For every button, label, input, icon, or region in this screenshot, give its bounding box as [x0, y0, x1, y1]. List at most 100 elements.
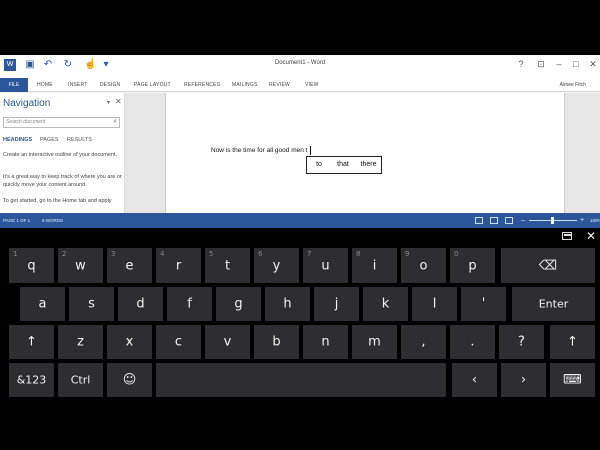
print-layout-icon[interactable]	[490, 217, 498, 224]
key-a[interactable]: a	[20, 287, 65, 321]
save-icon[interactable]: ▣	[24, 59, 36, 71]
key-c[interactable]: c	[156, 325, 201, 359]
key-n[interactable]: n	[303, 325, 348, 359]
tab-view[interactable]: VIEW	[305, 78, 319, 92]
nav-close-icon[interactable]: ✕	[115, 97, 122, 106]
key-j[interactable]: j	[314, 287, 359, 321]
key-x[interactable]: x	[107, 325, 152, 359]
dock-keyboard-icon[interactable]	[562, 232, 572, 240]
ribbon-display-options-icon[interactable]: ⊡	[535, 58, 547, 70]
key-m[interactable]: m	[352, 325, 397, 359]
key-k[interactable]: k	[363, 287, 408, 321]
key-v[interactable]: v	[205, 325, 250, 359]
key-question[interactable]: ?	[499, 325, 544, 359]
nav-tab-pages[interactable]: PAGES	[40, 137, 59, 143]
nav-tab-headings[interactable]: HEADINGS	[3, 137, 32, 143]
key-f[interactable]: f	[167, 287, 212, 321]
key-ctrl[interactable]: Ctrl	[58, 363, 103, 397]
search-document-input[interactable]: Search document ⌕	[3, 117, 120, 128]
key-h[interactable]: h	[265, 287, 310, 321]
close-window-icon[interactable]: ✕	[587, 58, 599, 70]
redo-icon[interactable]: ↻	[62, 59, 74, 71]
zoom-out-icon[interactable]: –	[521, 213, 525, 228]
tab-design[interactable]: DESIGN	[100, 78, 120, 92]
tab-page-layout[interactable]: PAGE LAYOUT	[134, 78, 171, 92]
key-y[interactable]: 6y	[254, 248, 299, 283]
suggestion-to[interactable]: to	[307, 157, 331, 173]
key-p[interactable]: 0p	[450, 248, 495, 283]
nav-help-text-2: It's a great way to keep track of where …	[3, 174, 122, 188]
ribbon-tabs: FILE HOME INSERT DESIGN PAGE LAYOUT REFE…	[0, 78, 600, 92]
nav-tab-results[interactable]: RESULTS	[67, 137, 92, 143]
suggestion-that[interactable]: that	[331, 157, 355, 173]
key-left-arrow[interactable]: ‹	[452, 363, 497, 397]
nav-help-text-3: To get started, go to the Home tab and a…	[3, 198, 112, 204]
key-enter[interactable]: Enter	[512, 287, 595, 321]
key-s[interactable]: s	[69, 287, 114, 321]
key-o[interactable]: 9o	[401, 248, 446, 283]
key-right-arrow[interactable]: ›	[501, 363, 546, 397]
key-e[interactable]: 3e	[107, 248, 152, 283]
close-keyboard-icon[interactable]: ✕	[586, 229, 596, 243]
text-caret	[310, 146, 311, 155]
minimize-icon[interactable]: –	[553, 58, 565, 70]
key-emoji[interactable]: ☺	[107, 363, 152, 397]
navigation-pane: Navigation ▾ ✕ Search document ⌕ HEADING…	[0, 93, 125, 213]
key-backspace[interactable]: ⌫	[501, 248, 595, 283]
backspace-icon: ⌫	[538, 258, 558, 273]
tab-review[interactable]: REVIEW	[269, 78, 290, 92]
key-space[interactable]	[156, 363, 446, 397]
tab-insert[interactable]: INSERT	[68, 78, 87, 92]
search-icon[interactable]: ⌕	[113, 118, 117, 126]
help-icon[interactable]: ?	[515, 58, 527, 70]
undo-icon[interactable]: ↶	[42, 59, 54, 71]
maximize-icon[interactable]: □	[570, 58, 582, 70]
user-name[interactable]: Aimee Fitch	[560, 78, 586, 92]
tab-references[interactable]: REFERENCES	[184, 78, 220, 92]
web-layout-icon[interactable]	[505, 217, 513, 224]
document-page[interactable]: Now is the time for all good men t to th…	[165, 93, 565, 213]
key-u[interactable]: 7u	[303, 248, 348, 283]
search-placeholder: Search document	[6, 119, 46, 125]
key-l[interactable]: l	[412, 287, 457, 321]
document-title: Document1 - Word	[274, 60, 326, 66]
chevron-right-icon: ›	[520, 372, 527, 388]
chevron-left-icon: ‹	[471, 372, 478, 388]
touch-keyboard: ✕ 1q 2w 3e 4r 5t 6y 7u 8i 9o 0p ⌫ a s d …	[0, 228, 600, 450]
document-text[interactable]: Now is the time for all good men t	[211, 147, 307, 154]
key-d[interactable]: d	[118, 287, 163, 321]
key-q[interactable]: 1q	[9, 248, 54, 283]
key-shift-right[interactable]: ↑	[550, 325, 595, 359]
title-bar: W ▣ ↶ ↻ ☝ ▾ Document1 - Word ? ⊡ – □ ✕	[0, 55, 600, 78]
key-b[interactable]: b	[254, 325, 299, 359]
key-keyboard-options[interactable]: ⌨	[550, 363, 595, 397]
key-apostrophe[interactable]: '	[461, 287, 506, 321]
key-i[interactable]: 8i	[352, 248, 397, 283]
customize-quick-access-icon[interactable]: ▾	[100, 59, 112, 71]
key-t[interactable]: 5t	[205, 248, 250, 283]
word-logo-icon: W	[4, 59, 16, 71]
suggestion-there[interactable]: there	[355, 157, 382, 173]
zoom-level[interactable]: 100%	[590, 213, 600, 228]
tab-file[interactable]: FILE	[0, 78, 28, 92]
key-symbols[interactable]: &123	[9, 363, 54, 397]
nav-help-text-1: Create an interactive outline of your do…	[3, 152, 118, 158]
key-r[interactable]: 4r	[156, 248, 201, 283]
nav-options-icon[interactable]: ▾	[107, 99, 110, 106]
zoom-slider-thumb[interactable]	[551, 217, 554, 224]
word-count[interactable]: 9 WORDS	[42, 213, 63, 228]
key-comma[interactable]: ,	[401, 325, 446, 359]
emoji-icon: ☺	[122, 372, 137, 388]
key-z[interactable]: z	[58, 325, 103, 359]
key-shift-left[interactable]: ↑	[9, 325, 54, 359]
tab-home[interactable]: HOME	[37, 78, 53, 92]
read-mode-icon[interactable]	[475, 217, 483, 224]
touch-mode-icon[interactable]: ☝	[84, 59, 96, 71]
page-count[interactable]: PAGE 1 OF 1	[3, 213, 30, 228]
key-period[interactable]: .	[450, 325, 495, 359]
keyboard-icon: ⌨	[563, 372, 582, 388]
tab-mailings[interactable]: MAILINGS	[232, 78, 258, 92]
key-w[interactable]: 2w	[58, 248, 103, 283]
zoom-in-icon[interactable]: +	[580, 213, 584, 228]
key-g[interactable]: g	[216, 287, 261, 321]
